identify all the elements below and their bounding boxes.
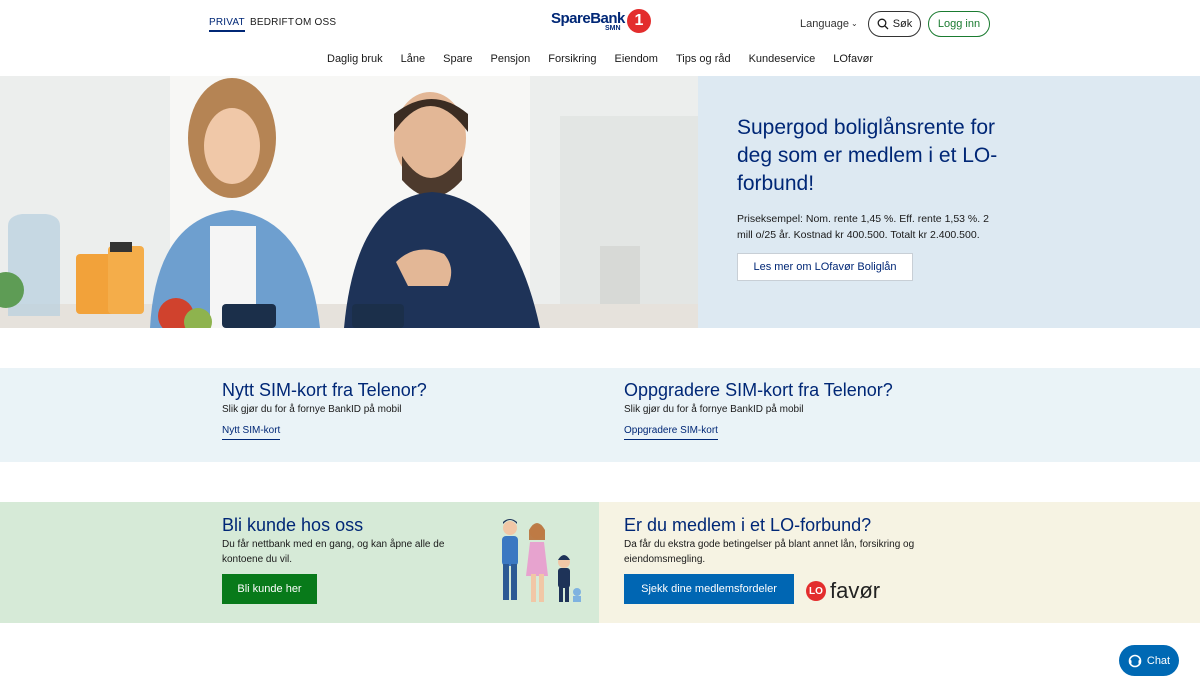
lo-badge: LO [806, 581, 826, 601]
logo-number: 1 [634, 12, 644, 29]
nav-item-tips-og-rad[interactable]: Tips og råd [667, 46, 740, 74]
hero-text-panel: Supergod boliglånsrente for deg som er m… [698, 76, 1200, 328]
hero-title: Supergod boliglånsrente for deg som er m… [737, 116, 998, 195]
chevron-down-icon[interactable]: ⌄ [851, 19, 858, 28]
login-button[interactable]: Logg inn [928, 11, 990, 37]
search-label: Søk [892, 18, 913, 30]
nav-item-lane[interactable]: Låne [392, 46, 434, 74]
upgrade-sim-link[interactable]: Oppgradere SIM-kort [624, 425, 718, 440]
language-selector[interactable]: Language [800, 18, 849, 30]
couple-photo [0, 76, 698, 328]
sim-new-subtitle: Slik gjør du for å fornye BankID på mobi… [222, 404, 402, 415]
sim-new-title: Nytt SIM-kort fra Telenor? [222, 380, 427, 400]
main-nav: Daglig bruk Låne Spare Pensjon Forsikrin… [0, 46, 1200, 74]
nav-item-spare[interactable]: Spare [434, 46, 481, 74]
become-customer-button[interactable]: Bli kunde her [222, 574, 317, 604]
sim-upgrade-title: Oppgradere SIM-kort fra Telenor? [624, 380, 893, 400]
new-sim-link[interactable]: Nytt SIM-kort [222, 425, 281, 440]
promo-cards: Bli kunde hos oss Du får nettbank med en… [0, 502, 1200, 623]
become-customer-card: Bli kunde hos oss Du får nettbank med en… [0, 502, 599, 623]
sim-upgrade-block: Oppgradere SIM-kort fra Telenor? Slik gj… [624, 380, 893, 440]
segment-privat[interactable]: PRIVAT [209, 17, 245, 32]
top-bar: PRIVAT BEDRIFT OM OSS SpareBank SMN 1 La… [0, 0, 1200, 46]
lo-member-body: Da får du ekstra gode betingelser på bla… [624, 539, 915, 565]
chat-button[interactable]: Chat [1119, 645, 1179, 676]
nav-item-pensjon[interactable]: Pensjon [481, 46, 539, 74]
sparebank1-logo[interactable]: SpareBank SMN 1 [551, 9, 651, 35]
hero-price-example: Priseksempel: Nom. rente 1,45 %. Eff. re… [737, 213, 989, 241]
become-customer-title: Bli kunde hos oss [222, 515, 364, 535]
hero-image [0, 76, 698, 328]
chat-label: Chat [1146, 654, 1171, 667]
hero-banner: Supergod boliglånsrente for deg som er m… [0, 76, 1200, 328]
lo-member-title: Er du medlem i et LO-forbund? [624, 515, 872, 535]
nav-item-eiendom[interactable]: Eiendom [606, 46, 667, 74]
become-customer-body: Du får nettbank med en gang, og kan åpne… [222, 539, 445, 565]
logo-one-badge: 1 [627, 9, 651, 33]
nav-item-daglig-bruk[interactable]: Daglig bruk [318, 46, 392, 74]
chat-headset-icon [1128, 654, 1142, 667]
logo-region-text: SMN [605, 25, 621, 32]
lofavor-logo[interactable]: LO favør [806, 578, 880, 604]
sim-new-block: Nytt SIM-kort fra Telenor? Slik gjør du … [222, 380, 427, 440]
segment-om-oss[interactable]: OM OSS [295, 17, 336, 28]
family-illustration [502, 519, 581, 602]
search-button[interactable]: Søk [868, 11, 921, 37]
nav-item-forsikring[interactable]: Forsikring [539, 46, 605, 74]
search-icon [877, 18, 889, 30]
nav-item-kundeservice[interactable]: Kundeservice [740, 46, 825, 74]
sim-card-section: Nytt SIM-kort fra Telenor? Slik gjør du … [0, 368, 1200, 462]
segment-bedrift[interactable]: BEDRIFT [250, 17, 294, 28]
nav-item-lofavor[interactable]: LOfavør [824, 46, 882, 74]
check-member-benefits-button[interactable]: Sjekk dine medlemsfordeler [624, 574, 794, 604]
lofavor-logo-text: favør [830, 578, 881, 603]
lo-member-card: Er du medlem i et LO-forbund? Da får du … [599, 502, 1200, 623]
read-more-lofavor-button[interactable]: Les mer om LOfavør Boliglån [737, 253, 913, 281]
sim-upgrade-subtitle: Slik gjør du for å fornye BankID på mobi… [624, 404, 804, 415]
